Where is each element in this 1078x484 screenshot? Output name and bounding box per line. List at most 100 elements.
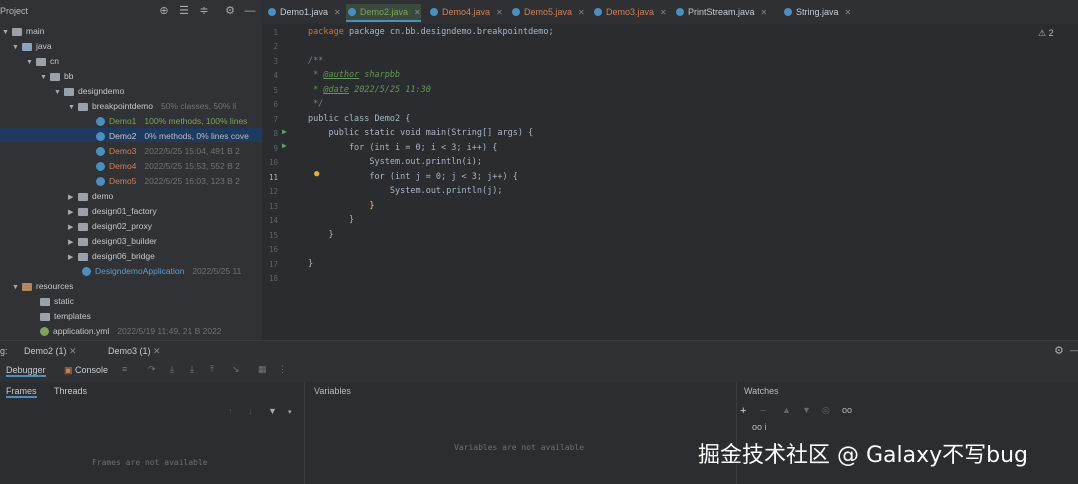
tree-item-breakpointdemo[interactable]: ▼ breakpointdemo 50% classes, 50% li	[68, 99, 237, 113]
arrow-down-icon[interactable]: ▼	[802, 405, 811, 415]
line-number: 5	[273, 86, 278, 95]
close-icon[interactable]: ✕	[414, 8, 421, 17]
warnings-indicator[interactable]: ⚠ 2	[1038, 28, 1054, 39]
line-number: 1	[273, 28, 278, 37]
arrow-up-icon[interactable]: ▲	[782, 405, 791, 415]
lightbulb-icon[interactable]: ●	[314, 169, 319, 179]
tab-string[interactable]: String.java ✕	[782, 4, 851, 20]
tree-label: application.yml	[53, 326, 110, 336]
tree-item-demo1[interactable]: Demo1 100% methods, 100% lines	[96, 114, 247, 128]
tree-item-main[interactable]: ▼ main	[2, 24, 44, 38]
add-icon[interactable]: +	[740, 405, 746, 417]
close-icon[interactable]: ✕	[660, 8, 667, 17]
filter-icon[interactable]: ▼	[268, 406, 277, 416]
pane-divider[interactable]	[304, 382, 305, 484]
tree-label: design01_factory	[92, 206, 157, 216]
step-over-icon[interactable]: ↷	[148, 364, 156, 375]
tree-item-design01-factory[interactable]: ▶ design01_factory	[68, 204, 157, 218]
tab-frames[interactable]: Frames	[6, 386, 37, 398]
close-icon[interactable]: ✕	[153, 346, 161, 356]
tree-item-java[interactable]: ▼ java	[12, 39, 52, 53]
duplicate-icon[interactable]: ◎	[822, 405, 830, 416]
package-icon	[78, 222, 88, 231]
tab-demo2[interactable]: Demo2.java ✕	[346, 4, 421, 22]
line-number: 17	[268, 260, 278, 269]
close-icon[interactable]: ✕	[69, 346, 77, 356]
watch-item[interactable]: oo i	[752, 422, 767, 432]
run-icon[interactable]: ▶	[282, 127, 287, 136]
arrow-down-icon[interactable]: ↓	[248, 406, 253, 416]
tree-item-designdemo[interactable]: ▼ designdemo	[54, 84, 124, 98]
close-icon[interactable]: ✕	[761, 8, 768, 17]
tree-item-resources[interactable]: ▼ resources	[12, 279, 73, 293]
tree-item-demo2[interactable]: Demo2 0% methods, 0% lines cove	[96, 129, 249, 143]
tab-demo1[interactable]: Demo1.java ✕	[266, 4, 341, 20]
tab-demo4[interactable]: Demo4.java ✕	[428, 4, 503, 20]
step-out-icon[interactable]: ⤒	[210, 364, 214, 375]
tree-item-templates[interactable]: templates	[40, 309, 91, 323]
tab-debugger[interactable]: Debugger	[6, 365, 46, 377]
evaluate-icon[interactable]: ▦	[258, 364, 267, 375]
expand-all-icon[interactable]: ≑	[198, 5, 210, 17]
run-icon[interactable]: ▶	[282, 141, 287, 150]
arrow-up-icon[interactable]: ↑	[228, 406, 233, 416]
tree-item-designdemo-application[interactable]: DesigndemoApplication 2022/5/25 11	[82, 264, 241, 278]
line-number: 7	[273, 115, 278, 124]
line-gutter[interactable]: 1 2 3 4 5 6 7 8 9 10 11 12 13 14 15 16 1…	[262, 24, 305, 340]
target-icon[interactable]: ⊕	[158, 5, 170, 17]
collapse-all-icon[interactable]: ☰	[178, 5, 190, 17]
tree-item-design06-bridge[interactable]: ▶ design06_bridge	[68, 249, 155, 263]
tree-item-demo3[interactable]: Demo3 2022/5/25 15:04, 491 B 2	[96, 144, 240, 158]
tab-printstream[interactable]: PrintStream.java ✕	[674, 4, 767, 20]
close-icon[interactable]: ✕	[334, 8, 341, 17]
class-icon	[268, 8, 276, 16]
tree-label: DesigndemoApplication	[95, 266, 185, 276]
line-number: 12	[268, 187, 278, 196]
remove-icon[interactable]: −	[760, 405, 766, 417]
close-icon[interactable]: ✕	[845, 8, 852, 17]
run-to-cursor-icon[interactable]: ↘	[232, 364, 240, 375]
tree-item-demo4[interactable]: Demo4 2022/5/25 15:53, 552 B 2	[96, 159, 240, 173]
tree-item-demo5[interactable]: Demo5 2022/5/25 16:03, 123 B 2	[96, 174, 240, 188]
minimize-icon[interactable]: —	[1070, 345, 1078, 355]
javadoc-tag: @author	[323, 70, 360, 80]
tree-item-bb[interactable]: ▼ bb	[40, 69, 73, 83]
tree-item-static[interactable]: static	[40, 294, 74, 308]
step-into-icon[interactable]: ⤓	[170, 364, 174, 375]
tree-item-application-yml[interactable]: application.yml 2022/5/19 11:49, 21 B 202…	[40, 324, 222, 338]
gear-icon[interactable]: ⚙	[224, 5, 236, 17]
chevron-down-icon[interactable]: ▾	[288, 408, 292, 416]
code-editor[interactable]: package package cn.bb.designdemo.breakpo…	[304, 24, 1078, 340]
tree-item-design02-proxy[interactable]: ▶ design02_proxy	[68, 219, 152, 233]
tab-label: Console	[75, 365, 109, 375]
close-icon[interactable]: ✕	[496, 8, 503, 17]
tab-console[interactable]: ▣ Console	[64, 365, 108, 376]
tree-item-demo[interactable]: ▶ demo	[68, 189, 113, 203]
tab-demo3[interactable]: Demo3.java ✕	[592, 4, 667, 20]
project-panel: Project ⊕ ☰ ≑ ⚙ — ▼ main ▼ java ▼ cn ▼ bb ▼ d…	[0, 0, 262, 340]
close-icon[interactable]: ✕	[578, 8, 585, 17]
tab-demo5[interactable]: Demo5.java ✕	[510, 4, 585, 20]
line-number: 13	[268, 202, 278, 211]
line-number: 2	[273, 42, 278, 51]
session-label: Demo2 (1)	[24, 346, 67, 356]
session-tab-demo3[interactable]: Demo3 (1) ✕	[108, 346, 161, 357]
code-line-5: * @date 2022/5/25 11:30	[308, 85, 431, 95]
glasses-icon[interactable]: oo	[842, 405, 852, 415]
tree-label: Demo1	[109, 116, 137, 126]
tree-label: Demo3	[109, 146, 137, 156]
minimize-icon[interactable]: —	[244, 5, 256, 17]
code-line-6: */	[308, 99, 324, 109]
session-tab-demo2[interactable]: Demo2 (1) ✕	[24, 346, 77, 357]
force-step-into-icon[interactable]: ⤓	[190, 364, 194, 375]
tab-label: Demo1.java	[280, 7, 329, 17]
more-icon[interactable]: ⋮	[278, 364, 287, 375]
tree-item-cn[interactable]: ▼ cn	[26, 54, 59, 68]
tree-item-design03-builder[interactable]: ▶ design03_builder	[68, 234, 157, 248]
project-title[interactable]: Project	[0, 6, 28, 16]
gear-icon[interactable]: ⚙	[1054, 344, 1064, 357]
chevron-down-icon: ▼	[2, 29, 9, 36]
package-icon	[78, 207, 88, 216]
tab-threads[interactable]: Threads	[54, 386, 87, 396]
menu-icon[interactable]: ≡	[122, 364, 127, 374]
